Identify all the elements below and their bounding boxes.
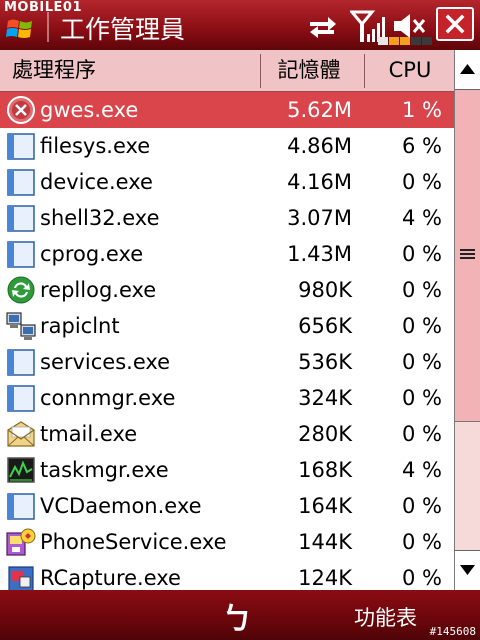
process-cpu: 0 % <box>402 242 442 266</box>
process-memory: 4.16M <box>287 170 352 194</box>
process-name: rapiclnt <box>40 314 120 338</box>
volume-muted-icon[interactable] <box>392 12 428 40</box>
process-memory: 3.07M <box>287 206 352 230</box>
left-softkey[interactable]: ㄅ <box>222 594 252 638</box>
process-memory: 324K <box>298 386 352 410</box>
process-memory: 168K <box>298 458 352 482</box>
process-cpu: 0 % <box>402 566 442 590</box>
process-cpu: 4 % <box>402 206 442 230</box>
softkey-bar: ㄅ 功能表 #145608 <box>0 590 480 640</box>
process-name: services.exe <box>40 350 171 374</box>
process-list: gwes.exe 5.62M 1 % filesys.exe 4.86M 6 %… <box>0 92 454 590</box>
close-button[interactable] <box>436 7 474 41</box>
column-header-memory[interactable]: 記憶體 <box>262 50 356 91</box>
process-memory: 124K <box>298 566 352 590</box>
menu-softkey[interactable]: 功能表 <box>354 602 417 632</box>
scroll-thumb[interactable] <box>455 90 480 422</box>
window-icon <box>7 349 35 376</box>
connectivity-icon[interactable] <box>306 14 338 40</box>
process-memory: 1.43M <box>287 242 352 266</box>
mail-icon <box>7 421 35 447</box>
process-name: tmail.exe <box>40 422 138 446</box>
process-cpu: 0 % <box>402 386 442 410</box>
window-icon <box>7 493 35 520</box>
process-cpu: 0 % <box>402 278 442 302</box>
vertical-scrollbar[interactable] <box>454 50 480 590</box>
capture-icon <box>8 566 34 590</box>
column-header: 處理程序 記憶體 CPU <box>0 50 454 92</box>
process-name: device.exe <box>40 170 153 194</box>
windows-start-icon[interactable] <box>6 16 34 42</box>
process-name: VCDaemon.exe <box>40 494 202 518</box>
process-memory: 144K <box>298 530 352 554</box>
table-row[interactable]: repllog.exe 980K 0 % <box>0 272 454 308</box>
table-row[interactable]: cprog.exe 1.43M 0 % <box>0 236 454 272</box>
process-name: repllog.exe <box>40 278 157 302</box>
table-row[interactable]: tmail.exe 280K 0 % <box>0 416 454 452</box>
column-header-process[interactable]: 處理程序 <box>12 50 96 91</box>
phone-service-icon <box>6 528 36 556</box>
process-memory: 656K <box>298 314 352 338</box>
table-row[interactable]: RCapture.exe 124K 0 % <box>0 560 454 590</box>
column-divider[interactable] <box>364 54 365 88</box>
grip-icon <box>460 249 475 259</box>
window-icon <box>7 385 35 412</box>
process-cpu: 4 % <box>402 458 442 482</box>
process-cpu: 0 % <box>402 170 442 194</box>
arrow-down-icon <box>460 565 475 575</box>
table-row[interactable]: filesys.exe 4.86M 6 % <box>0 128 454 164</box>
process-cpu: 0 % <box>402 422 442 446</box>
process-memory: 536K <box>298 350 352 374</box>
window-icon <box>7 241 35 268</box>
scroll-up-button[interactable] <box>455 50 480 90</box>
table-row[interactable]: connmgr.exe 324K 0 % <box>0 380 454 416</box>
process-name: connmgr.exe <box>40 386 176 410</box>
activity-monitor-icon <box>7 457 35 483</box>
arrow-up-icon <box>460 64 475 74</box>
table-row[interactable]: VCDaemon.exe 164K 0 % <box>0 488 454 524</box>
title-bar: MOBILE01 工作管理員 <box>0 0 480 50</box>
sync-icon <box>7 276 35 304</box>
column-header-cpu[interactable]: CPU <box>366 50 454 91</box>
stop-icon <box>7 96 35 124</box>
process-cpu: 6 % <box>402 134 442 158</box>
column-divider[interactable] <box>260 54 261 88</box>
table-row[interactable]: services.exe 536K 0 % <box>0 344 454 380</box>
process-name: shell32.exe <box>40 206 160 230</box>
process-memory: 980K <box>298 278 352 302</box>
process-cpu: 0 % <box>402 350 442 374</box>
process-cpu: 1 % <box>402 98 442 122</box>
window-icon <box>7 133 35 160</box>
table-row[interactable]: PhoneService.exe 144K 0 % <box>0 524 454 560</box>
process-name: filesys.exe <box>40 134 151 158</box>
table-row[interactable]: taskmgr.exe 168K 4 % <box>0 452 454 488</box>
process-memory: 164K <box>298 494 352 518</box>
title-separator <box>47 12 49 42</box>
process-memory: 5.62M <box>287 98 352 122</box>
table-row[interactable]: gwes.exe 5.62M 1 % <box>0 92 454 128</box>
process-cpu: 0 % <box>402 530 442 554</box>
image-id-label: #145608 <box>429 625 476 638</box>
computers-icon <box>6 312 36 340</box>
process-memory: 4.86M <box>287 134 352 158</box>
window-icon <box>7 169 35 196</box>
process-name: RCapture.exe <box>40 566 181 590</box>
table-row[interactable]: device.exe 4.16M 0 % <box>0 164 454 200</box>
process-name: cprog.exe <box>40 242 144 266</box>
close-icon <box>445 14 465 34</box>
process-name: taskmgr.exe <box>40 458 169 482</box>
page-title: 工作管理員 <box>60 15 186 44</box>
process-name: gwes.exe <box>40 98 139 122</box>
table-row[interactable]: shell32.exe 3.07M 4 % <box>0 200 454 236</box>
window-icon <box>7 205 35 232</box>
process-memory: 280K <box>298 422 352 446</box>
table-row[interactable]: rapiclnt 656K 0 % <box>0 308 454 344</box>
process-cpu: 0 % <box>402 494 442 518</box>
process-name: PhoneService.exe <box>40 530 227 554</box>
scroll-down-button[interactable] <box>455 550 480 590</box>
process-cpu: 0 % <box>402 314 442 338</box>
